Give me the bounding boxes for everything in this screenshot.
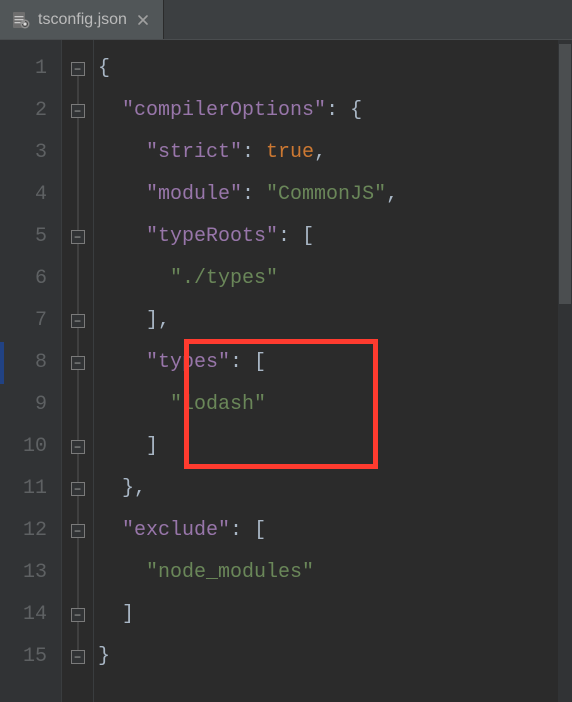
fold-toggle-icon[interactable]: − <box>71 356 85 370</box>
code-line: "exclude": [ <box>94 510 572 552</box>
tab-bar-empty <box>164 0 572 39</box>
fold-end-icon[interactable]: − <box>71 440 85 454</box>
fold-gutter: − − − − − − − − − − <box>62 40 94 702</box>
tab-bar: tsconfig.json <box>0 0 572 40</box>
line-number: 4 <box>0 174 61 216</box>
code-line: "types": [ <box>94 342 572 384</box>
line-number-gutter: 1 2 3 4 5 6 7 8 9 10 11 12 13 14 15 <box>0 40 62 702</box>
fold-end-icon[interactable]: − <box>71 314 85 328</box>
line-number: 7 <box>0 300 61 342</box>
fold-toggle-icon[interactable]: − <box>71 524 85 538</box>
line-number: 12 <box>0 510 61 552</box>
fold-toggle-icon[interactable]: − <box>71 230 85 244</box>
tsconfig-file-icon <box>12 11 30 29</box>
code-editor[interactable]: 1 2 3 4 5 6 7 8 9 10 11 12 13 14 15 − − … <box>0 40 572 702</box>
code-line: "node_modules" <box>94 552 572 594</box>
line-number: 6 <box>0 258 61 300</box>
fold-end-icon[interactable]: − <box>71 482 85 496</box>
code-line: "strict": true, <box>94 132 572 174</box>
scrollbar-track[interactable] <box>558 40 572 702</box>
code-line: { <box>94 48 572 90</box>
code-line: ] <box>94 594 572 636</box>
line-number: 9 <box>0 384 61 426</box>
code-line: "./types" <box>94 258 572 300</box>
code-line: ] <box>94 426 572 468</box>
line-number: 3 <box>0 132 61 174</box>
file-tab-label: tsconfig.json <box>38 11 127 29</box>
code-line: "compilerOptions": { <box>94 90 572 132</box>
line-number: 10 <box>0 426 61 468</box>
close-icon[interactable] <box>135 12 151 28</box>
fold-toggle-icon[interactable]: − <box>71 62 85 76</box>
fold-toggle-icon[interactable]: − <box>71 104 85 118</box>
line-number: 2 <box>0 90 61 132</box>
code-line: } <box>94 636 572 678</box>
code-area[interactable]: { "compilerOptions": { "strict": true, "… <box>94 40 572 702</box>
line-number: 13 <box>0 552 61 594</box>
active-line-marker <box>0 342 4 384</box>
line-number: 5 <box>0 216 61 258</box>
line-number: 15 <box>0 636 61 678</box>
line-number: 1 <box>0 48 61 90</box>
code-line: "module": "CommonJS", <box>94 174 572 216</box>
line-number: 14 <box>0 594 61 636</box>
code-line: "lodash" <box>94 384 572 426</box>
code-line: }, <box>94 468 572 510</box>
line-number: 8 <box>0 342 61 384</box>
code-line: ], <box>94 300 572 342</box>
fold-end-icon[interactable]: − <box>71 650 85 664</box>
code-line: "typeRoots": [ <box>94 216 572 258</box>
fold-end-icon[interactable]: − <box>71 608 85 622</box>
file-tab-tsconfig[interactable]: tsconfig.json <box>0 0 164 39</box>
line-number: 11 <box>0 468 61 510</box>
scrollbar-thumb[interactable] <box>559 44 571 304</box>
